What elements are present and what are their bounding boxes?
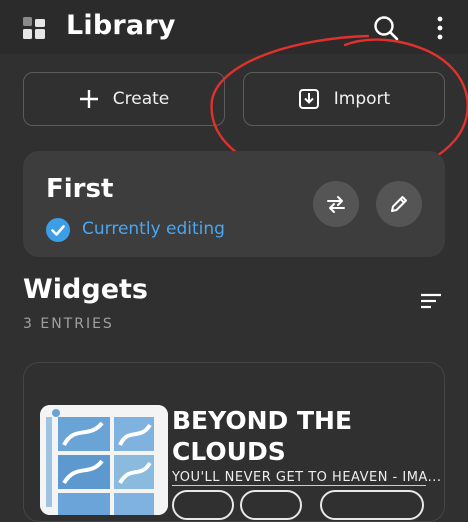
album-art bbox=[40, 405, 168, 515]
download-icon bbox=[298, 89, 319, 109]
plus-icon bbox=[79, 90, 98, 108]
swap-button[interactable] bbox=[313, 181, 359, 227]
check-circle-icon bbox=[46, 218, 70, 242]
artist-line: YOU'LL NEVER GET TO HEAVEN - IMA... bbox=[172, 470, 442, 486]
create-label: Create bbox=[112, 89, 170, 109]
entry-count: 3 ENTRIES bbox=[23, 316, 114, 332]
song-title: BEYOND THE CLOUDS bbox=[172, 406, 353, 466]
import-label: Import bbox=[333, 89, 391, 109]
sort-icon[interactable] bbox=[420, 291, 442, 311]
import-button[interactable]: Import bbox=[243, 72, 445, 126]
search-icon[interactable] bbox=[372, 14, 400, 42]
create-button[interactable]: Create bbox=[23, 72, 225, 126]
more-vert-icon[interactable] bbox=[434, 15, 446, 41]
widget-action-pill[interactable] bbox=[320, 490, 424, 520]
editing-status: Currently editing bbox=[82, 219, 225, 239]
workspace-name: First bbox=[46, 174, 114, 204]
widget-action-pill[interactable] bbox=[172, 490, 234, 520]
edit-button[interactable] bbox=[376, 181, 422, 227]
section-title: Widgets bbox=[23, 274, 148, 305]
widget-action-pill[interactable] bbox=[240, 490, 302, 520]
swap-icon bbox=[327, 196, 345, 213]
library-grid-icon bbox=[23, 17, 45, 39]
pencil-icon bbox=[391, 196, 407, 212]
page-title: Library bbox=[66, 10, 176, 41]
